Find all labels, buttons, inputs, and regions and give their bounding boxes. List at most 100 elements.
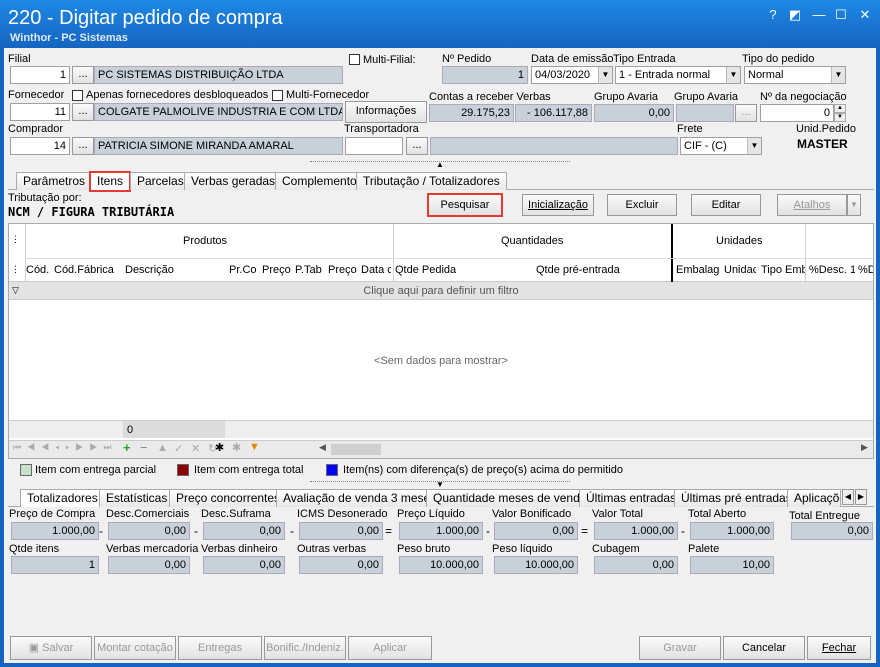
col-tipo-emb[interactable]: Tipo Emb <box>761 264 805 276</box>
col-p-tab[interactable]: P.Tab <box>295 264 325 276</box>
tabs-scroll-right-icon[interactable]: ▶ <box>855 489 867 505</box>
column-menu-icon[interactable]: ⋮ <box>11 264 20 275</box>
restore-icon[interactable]: ◩ <box>786 6 804 24</box>
tabs-scroll-left-icon[interactable]: ◀ <box>842 489 854 505</box>
gravar-button[interactable]: Gravar <box>639 636 721 660</box>
tab-aplicacoes[interactable]: Aplicaçõe <box>787 489 841 507</box>
maximize-icon[interactable]: ☐ <box>832 6 850 24</box>
inicializacao-button[interactable]: Inicialização <box>522 194 594 216</box>
transportadora-input[interactable] <box>345 137 403 155</box>
minimize-icon[interactable]: — <box>810 6 828 24</box>
chevron-down-icon[interactable]: ▼ <box>831 67 845 83</box>
cancelar-button[interactable]: Cancelar <box>723 636 805 660</box>
col-qtde-pre-entrada[interactable]: Qtde pré-entrada <box>536 264 666 276</box>
tab-avaliacao-venda[interactable]: Avaliação de venda 3 meses <box>276 489 444 507</box>
bonific-button[interactable]: Bonific./Indeniz. <box>264 636 346 660</box>
col-preco-2[interactable]: Preço <box>328 264 358 276</box>
col-embalagem[interactable]: Embalage <box>676 264 720 276</box>
tab-complemento[interactable]: Complemento <box>275 172 364 190</box>
salvar-button[interactable]: ▣ Salvar <box>10 636 92 660</box>
close-icon[interactable]: ✕ <box>856 6 874 24</box>
atalhos-button[interactable]: Atalhos <box>777 194 847 216</box>
col-desc-1[interactable]: %Desc. 1 <box>809 264 855 276</box>
spin-down-icon[interactable]: ▼ <box>834 113 846 122</box>
tab-verbas-geradas[interactable]: Verbas geradas <box>184 172 283 190</box>
tab-estatisticas[interactable]: Estatísticas <box>99 489 175 507</box>
pesquisar-button[interactable]: Pesquisar <box>427 193 503 217</box>
filial-name: PC SISTEMAS DISTRIBUIÇÃO LTDA <box>94 66 343 84</box>
total-label: Total Aberto <box>688 508 747 520</box>
cancel-icon[interactable]: ✕ <box>191 442 200 455</box>
total-operator: - <box>486 524 490 538</box>
filial-search-button[interactable]: ... <box>72 66 94 84</box>
col-data[interactable]: Data c <box>361 264 391 276</box>
total-value: 0,00 <box>203 522 285 540</box>
montar-cotacao-button[interactable]: Montar cotação <box>94 636 176 660</box>
tab-tributacao[interactable]: Tributação / Totalizadores <box>356 172 507 190</box>
frete-select[interactable]: CIF - (C) ▼ <box>680 137 762 155</box>
navigator-bar <box>9 440 873 458</box>
multi-filial-checkbox[interactable] <box>349 54 360 65</box>
aplicar-button[interactable]: Aplicar <box>348 636 432 660</box>
tab-ultimas-entradas[interactable]: Últimas entradas <box>579 489 684 507</box>
editar-button[interactable]: Editar <box>691 194 761 216</box>
col-cod[interactable]: Cód. <box>26 264 50 276</box>
grupo-avaria2-search-button[interactable]: ... <box>735 104 757 122</box>
filial-input[interactable]: 1 <box>10 66 70 84</box>
chevron-down-icon[interactable]: ▼ <box>726 67 740 83</box>
chevron-down-icon[interactable]: ▼ <box>598 67 612 83</box>
col-cod-fabrica[interactable]: Cód.Fábrica <box>54 264 124 276</box>
scroll-right-icon[interactable]: ▶ <box>861 442 868 453</box>
tipo-entrada-select[interactable]: 1 - Entrada normal ▼ <box>615 66 741 84</box>
col-qtde-pedida[interactable]: Qtde Pedida <box>395 264 515 276</box>
entregas-button[interactable]: Entregas <box>178 636 262 660</box>
col-pr-co[interactable]: Pr.Co <box>229 264 259 276</box>
multi-fornecedor-checkbox[interactable] <box>272 90 283 101</box>
fornecedor-search-button[interactable]: ... <box>72 103 94 121</box>
tab-ultimas-pre-entradas[interactable]: Últimas pré entradas <box>674 489 799 507</box>
up-icon[interactable]: ▲ <box>157 442 168 454</box>
comprador-search-button[interactable]: ... <box>72 137 94 155</box>
transportadora-search-button[interactable]: ... <box>406 137 428 155</box>
tab-quantidade-meses[interactable]: Quantidade meses de venda <box>426 489 594 507</box>
col-unidade[interactable]: Unidac <box>724 264 756 276</box>
total-label: Palete <box>688 543 720 555</box>
tab-preco-concorrentes[interactable]: Preço concorrentes <box>169 489 288 507</box>
scroll-left-icon[interactable]: ◀ <box>319 442 326 453</box>
spin-up-icon[interactable]: ▲ <box>834 104 846 113</box>
help-icon[interactable]: ? <box>764 6 782 24</box>
remove-icon[interactable]: − <box>140 440 148 455</box>
fornecedor-input[interactable]: 11 <box>10 103 70 121</box>
num-negociacao-input[interactable]: 0 <box>760 104 834 122</box>
informacoes-button[interactable]: Informações <box>345 101 427 123</box>
data-emissao-input[interactable]: 04/03/2020 ▼ <box>531 66 613 84</box>
tab-parcelas[interactable]: Parcelas <box>130 172 191 190</box>
splitter-handle[interactable]: ▲ <box>310 161 570 169</box>
comprador-input[interactable]: 14 <box>10 137 70 155</box>
filter-text[interactable]: Clique aqui para definir um filtro <box>9 285 873 297</box>
col-preco[interactable]: Preço <box>262 264 292 276</box>
add-icon[interactable]: + <box>123 440 131 455</box>
check-icon[interactable]: ✓ <box>174 442 183 455</box>
tipo-pedido-select[interactable]: Normal ▼ <box>744 66 846 84</box>
col-descricao[interactable]: Descrição <box>125 264 225 276</box>
filter-funnel-icon[interactable]: ▼ <box>249 441 260 453</box>
fechar-button[interactable]: Fechar <box>807 636 871 660</box>
band-produtos: Produtos <box>183 235 228 247</box>
tipo-pedido-label: Tipo do pedido <box>742 53 815 65</box>
navigator-icons[interactable]: ⏮◀◀◂▸▶▶⏭ <box>13 442 117 453</box>
tab-itens[interactable]: Itens <box>88 171 132 192</box>
tab-parametros[interactable]: Parâmetros <box>16 172 93 190</box>
excluir-button[interactable]: Excluir <box>607 194 677 216</box>
col-desc-2[interactable]: %D <box>858 264 873 276</box>
chevron-down-icon[interactable]: ▼ <box>747 138 761 154</box>
splitter-handle-bottom[interactable]: ▼ <box>310 481 570 489</box>
bookmark-icon[interactable]: ✱ <box>215 441 224 454</box>
tab-totalizadores[interactable]: Totalizadores <box>20 489 105 507</box>
atalhos-dropdown-icon[interactable]: ▼ <box>847 194 861 216</box>
h-scrollbar-thumb[interactable] <box>331 444 381 455</box>
fornecedores-desbloq-checkbox[interactable] <box>72 90 83 101</box>
goto-bookmark-icon[interactable]: ✱ <box>232 441 241 454</box>
band-menu-icon[interactable]: ⋮ <box>11 234 20 245</box>
total-operator: = <box>581 524 589 538</box>
